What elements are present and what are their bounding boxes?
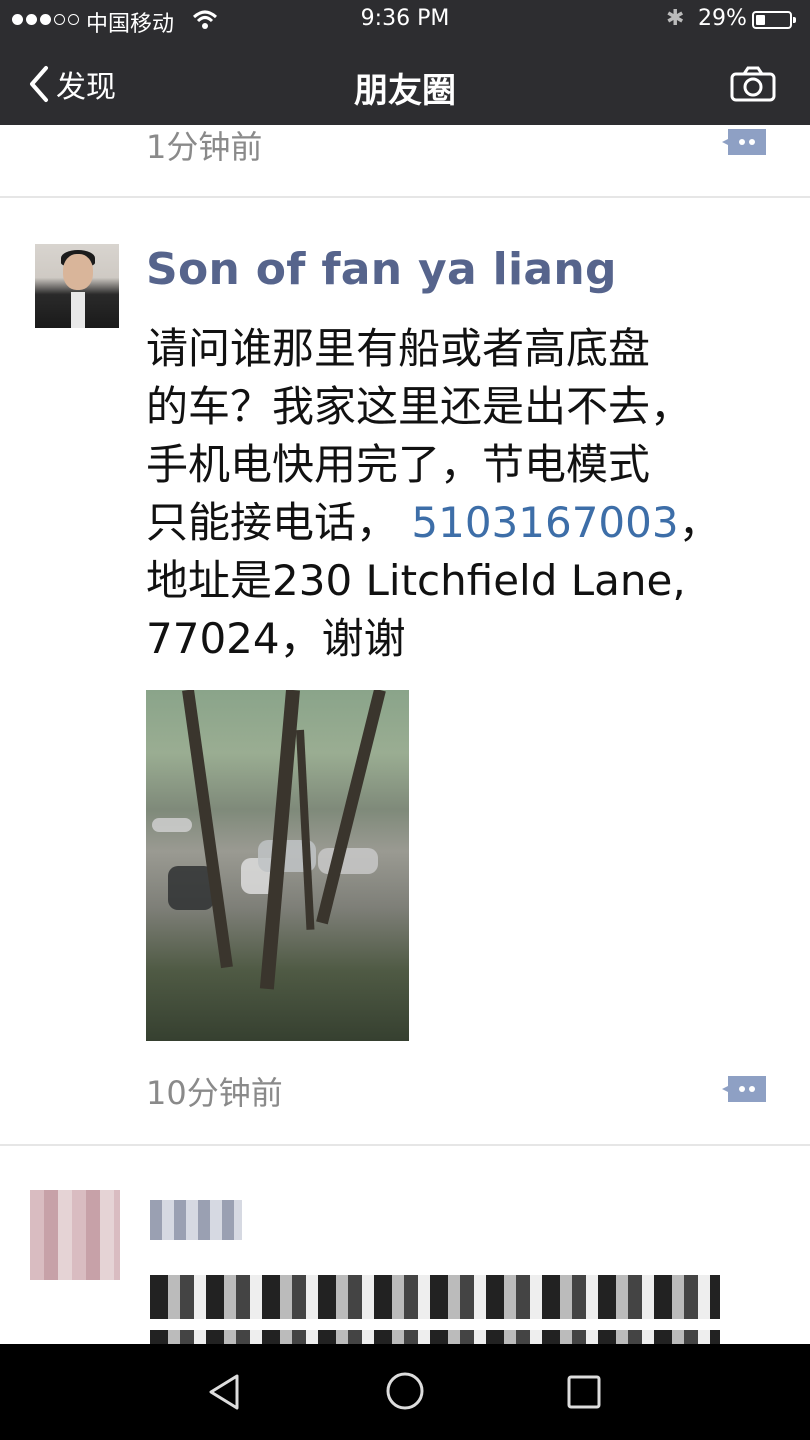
battery-percent: 29%	[698, 6, 747, 31]
author-name[interactable]: Son of fan ya liang	[146, 244, 617, 295]
previous-post-time: 1分钟前	[146, 128, 263, 166]
status-time: 9:36 PM	[360, 6, 450, 31]
post-text-fragment: ，	[678, 498, 721, 547]
page-title: 朋友圈	[354, 71, 456, 111]
post-text-line: 手机电快用完了，节电模式	[146, 440, 651, 489]
top-bar: 中国移动 9:36 PM ✱ 29% 发现 朋友圈	[0, 0, 810, 125]
post-text-line: 77024，谢谢	[146, 614, 406, 663]
post-text-fragment: 只能接电话，	[146, 498, 399, 547]
back-triangle-icon[interactable]	[205, 1372, 245, 1412]
camera-icon[interactable]	[730, 66, 776, 102]
battery-icon	[752, 11, 796, 29]
post-divider	[0, 196, 810, 198]
comment-icon[interactable]	[720, 125, 770, 159]
bluetooth-icon: ✱	[666, 6, 685, 31]
avatar-blurred[interactable]	[30, 1190, 120, 1280]
author-name-blurred[interactable]	[150, 1200, 242, 1240]
phone-link[interactable]: 5103167003	[411, 498, 678, 547]
home-circle-icon[interactable]	[384, 1370, 426, 1412]
post-text-blurred	[150, 1275, 720, 1319]
post-text-line: 只能接电话， 5103167003，	[146, 494, 756, 552]
post-text: 请问谁那里有船或者高底盘 的车？我家这里还是出不去， 手机电快用完了，节电模式 …	[146, 320, 756, 668]
post-divider	[0, 1144, 810, 1146]
avatar[interactable]	[35, 244, 119, 328]
post-time: 10分钟前	[146, 1074, 283, 1112]
recents-square-icon[interactable]	[566, 1374, 602, 1410]
post-text-line: 地址是230 Litchfield Lane,	[146, 556, 686, 605]
post-text-line: 请问谁那里有船或者高底盘	[146, 324, 651, 373]
system-nav-bar	[0, 1344, 810, 1440]
post-text-blurred	[150, 1330, 720, 1344]
comment-icon[interactable]	[720, 1072, 770, 1106]
post-text-line: 的车？我家这里还是出不去，	[146, 382, 693, 431]
status-bar: 中国移动 9:36 PM ✱ 29%	[0, 0, 810, 40]
post-photo[interactable]	[146, 690, 409, 1041]
